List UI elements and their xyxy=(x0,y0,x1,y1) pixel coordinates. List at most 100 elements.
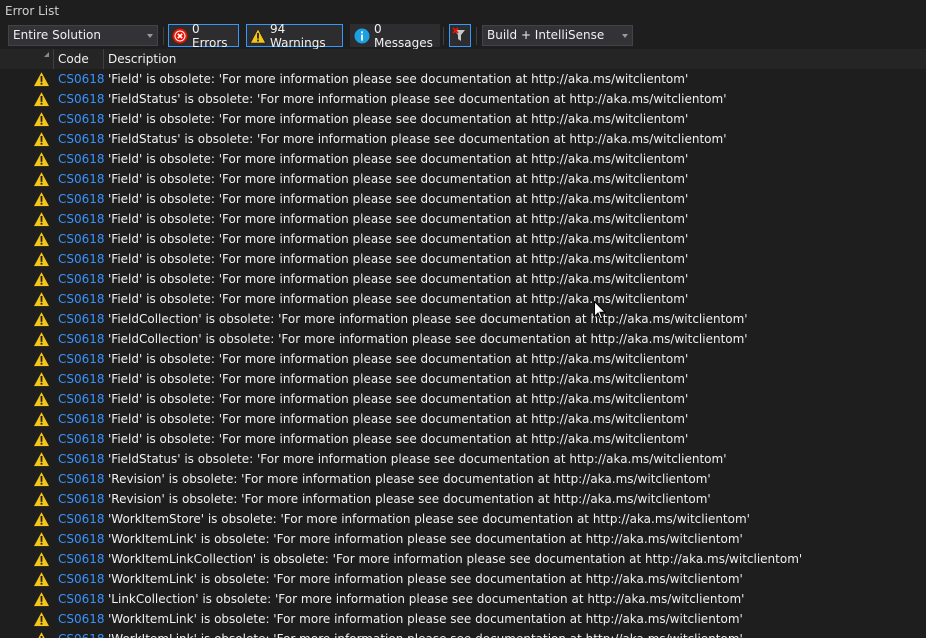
table-row[interactable]: CS0618 'LinkCollection' is obsolete: 'For… xyxy=(0,589,926,609)
error-description: 'Revision' is obsolete: 'For more inform… xyxy=(108,492,711,506)
error-description: 'Field' is obsolete: 'For more informati… xyxy=(108,432,689,446)
error-code-link[interactable]: CS0618 xyxy=(58,449,105,469)
table-row[interactable]: CS0618 'FieldCollection' is obsolete: 'Fo… xyxy=(0,329,926,349)
error-code-link[interactable]: CS0618 xyxy=(58,169,105,189)
table-row[interactable]: CS0618 'FieldStatus' is obsolete: 'For mo… xyxy=(0,89,926,109)
table-row[interactable]: CS0618 'Field' is obsolete: 'For more inf… xyxy=(0,229,926,249)
error-description: 'WorkItemStore' is obsolete: 'For more i… xyxy=(108,512,750,526)
toolbar-separator xyxy=(443,27,444,45)
warning-icon xyxy=(33,331,50,347)
error-code-link[interactable]: CS0618 xyxy=(58,189,105,209)
warning-icon xyxy=(33,211,50,227)
warning-icon xyxy=(37,631,46,638)
source-dropdown[interactable]: Build + IntelliSense xyxy=(482,25,633,46)
error-description: 'Field' is obsolete: 'For more informati… xyxy=(108,412,689,426)
error-description: 'FieldStatus' is obsolete: 'For more inf… xyxy=(108,132,727,146)
error-code-link[interactable]: CS0618 xyxy=(58,489,105,509)
warning-icon xyxy=(33,251,50,267)
table-row[interactable]: CS0618 'Field' is obsolete: 'For more inf… xyxy=(0,269,926,289)
clear-filter-icon xyxy=(452,27,465,41)
error-description: 'FieldStatus' is obsolete: 'For more inf… xyxy=(108,92,727,106)
table-row[interactable]: CS0618 'FieldStatus' is obsolete: 'For mo… xyxy=(0,449,926,469)
column-divider[interactable] xyxy=(103,49,104,69)
table-row[interactable]: CS0618 'Field' is obsolete: 'For more inf… xyxy=(0,169,926,189)
warnings-filter-button[interactable]: 94 Warnings xyxy=(246,21,343,50)
error-icon xyxy=(172,28,188,43)
table-row[interactable]: CS0618'WorkItemLink' is obsolete: 'For m… xyxy=(0,569,926,589)
error-code-link[interactable]: CS0618 xyxy=(58,529,105,549)
warning-icon xyxy=(33,511,50,527)
error-code-link[interactable]: CS0618 xyxy=(58,209,105,229)
error-code-link[interactable]: CS0618 xyxy=(58,549,105,569)
error-code-link[interactable]: CS0618 xyxy=(58,569,105,589)
table-row[interactable]: CS0618 'Field' is obsolete: 'For more inf… xyxy=(0,209,926,229)
error-code-link[interactable]: CS0618 xyxy=(58,629,105,638)
messages-count-label: 0 Messages xyxy=(374,21,433,50)
error-code-link[interactable]: CS0618 xyxy=(58,289,105,309)
error-code-link[interactable]: CS0618 xyxy=(58,429,105,449)
table-row[interactable]: CS0618'WorkItemLink' is obsolete: 'For m… xyxy=(0,629,926,638)
table-row[interactable]: CS0618 'Field' is obsolete: 'For more inf… xyxy=(0,249,926,269)
table-row[interactable]: CS0618 'Revision' is obsolete: 'For more … xyxy=(0,469,926,489)
error-code-link[interactable]: CS0618 xyxy=(58,269,105,289)
errors-count-label: 0 Errors xyxy=(192,21,228,50)
error-description: 'Field' is obsolete: 'For more informati… xyxy=(108,172,689,186)
error-code-link[interactable]: CS0618 xyxy=(58,469,105,489)
error-code-link[interactable]: CS0618 xyxy=(58,509,105,529)
error-code-link[interactable]: CS0618 xyxy=(58,229,105,249)
error-code-link[interactable]: CS0618 xyxy=(58,69,105,89)
scope-value: Entire Solution xyxy=(13,28,101,42)
sort-grip-icon[interactable] xyxy=(44,52,49,57)
error-code-link[interactable]: CS0618 xyxy=(58,249,105,269)
table-row[interactable]: CS0618 'Field' is obsolete: 'For more inf… xyxy=(0,109,926,129)
warning-icon xyxy=(33,151,50,167)
table-row[interactable]: CS0618 'Revision' is obsolete: 'For more … xyxy=(0,489,926,509)
table-row[interactable]: CS0618 'Field' is obsolete: 'For more inf… xyxy=(0,289,926,309)
error-code-link[interactable]: CS0618 xyxy=(58,369,105,389)
error-description: 'Field' is obsolete: 'For more informati… xyxy=(108,112,689,126)
error-code-link[interactable]: CS0618 xyxy=(58,589,105,609)
column-divider[interactable] xyxy=(53,49,54,69)
error-description: 'WorkItemLink' is obsolete: 'For more in… xyxy=(108,532,743,546)
error-code-link[interactable]: CS0618 xyxy=(58,89,105,109)
table-row[interactable]: CS0618 'Field' is obsolete: 'For more inf… xyxy=(0,189,926,209)
table-row[interactable]: CS0618 'Field' is obsolete: 'For more inf… xyxy=(0,429,926,449)
warnings-count-label: 94 Warnings xyxy=(270,21,326,50)
table-row[interactable]: CS0618 'Field' is obsolete: 'For more inf… xyxy=(0,69,926,89)
error-code-link[interactable]: CS0618 xyxy=(58,389,105,409)
error-code-link[interactable]: CS0618 xyxy=(58,149,105,169)
error-description: 'FieldCollection' is obsolete: 'For more… xyxy=(108,332,748,346)
table-row[interactable]: CS0618 'Field' is obsolete: 'For more inf… xyxy=(0,389,926,409)
table-row[interactable]: CS0618 'Field' is obsolete: 'For more inf… xyxy=(0,409,926,429)
error-code-link[interactable]: CS0618 xyxy=(58,609,105,629)
filter-toggle-button[interactable] xyxy=(449,24,471,47)
scope-dropdown[interactable]: Entire Solution xyxy=(8,25,158,46)
table-row[interactable]: CS0618 'Field' is obsolete: 'For more inf… xyxy=(0,149,926,169)
table-row[interactable]: CS0618 'Field' is obsolete: 'For more inf… xyxy=(0,349,926,369)
error-code-link[interactable]: CS0618 xyxy=(58,349,105,369)
error-description: 'Field' is obsolete: 'For more informati… xyxy=(108,252,689,266)
table-row[interactable]: CS0618'WorkItemLink' is obsolete: 'For m… xyxy=(0,609,926,629)
warning-icon xyxy=(33,611,50,627)
error-code-link[interactable]: CS0618 xyxy=(58,329,105,349)
table-row[interactable]: CS0618 'Field' is obsolete: 'For more inf… xyxy=(0,369,926,389)
warning-icon xyxy=(33,391,50,407)
error-code-link[interactable]: CS0618 xyxy=(58,409,105,429)
table-row[interactable]: CS0618 'WorkItemStore' is obsolete: 'For … xyxy=(0,509,926,529)
error-code-link[interactable]: CS0618 xyxy=(58,129,105,149)
description-column-header[interactable]: Description xyxy=(108,49,176,69)
error-code-link[interactable]: CS0618 xyxy=(58,109,105,129)
table-row[interactable]: CS0618 'FieldCollection' is obsolete: 'Fo… xyxy=(0,309,926,329)
table-row[interactable]: CS0618'WorkItemLink' is obsolete: 'For m… xyxy=(0,529,926,549)
warning-icon xyxy=(33,71,50,87)
errors-filter-button[interactable]: 0 Errors xyxy=(168,21,239,50)
column-header: Code Description xyxy=(0,49,926,69)
warning-icon xyxy=(33,91,50,107)
warning-icon xyxy=(33,451,50,467)
messages-filter-button[interactable]: 0 Messages xyxy=(350,21,440,50)
error-description: 'WorkItemLinkCollection' is obsolete: 'F… xyxy=(108,552,803,566)
error-code-link[interactable]: CS0618 xyxy=(58,309,105,329)
table-row[interactable]: CS0618 'FieldStatus' is obsolete: 'For mo… xyxy=(0,129,926,149)
table-row[interactable]: CS0618 'WorkItemLinkCollection' is obsole… xyxy=(0,549,926,569)
code-column-header[interactable]: Code xyxy=(58,49,89,69)
